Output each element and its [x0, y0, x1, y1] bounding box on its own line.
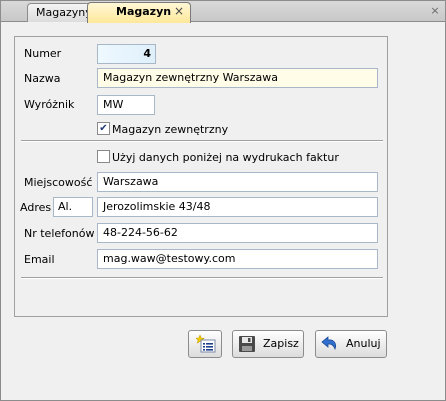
save-button-label: Zapisz	[263, 337, 299, 350]
tab-strip: Magazyny Magazyn × ×	[1, 1, 445, 23]
separator-bottom	[21, 277, 383, 279]
adres-field[interactable]: Jerozolimskie 43/48	[97, 197, 378, 217]
numer-label: Numer	[24, 47, 62, 60]
close-icon[interactable]: ×	[174, 3, 184, 20]
floppy-disk-icon	[238, 335, 256, 353]
telefon-label: Nr telefonów	[24, 227, 95, 240]
list-new-icon	[195, 334, 216, 353]
miejscowosc-field[interactable]: Warszawa	[97, 172, 378, 192]
email-label: Email	[24, 253, 55, 266]
adres-prefix-field[interactable]: Al.	[53, 197, 93, 217]
list-button[interactable]	[188, 330, 222, 358]
window: Magazyny Magazyn × × Numer 4 Nazwa Magaz…	[0, 0, 446, 401]
tab-magazyny-label: Magazyny	[36, 6, 92, 19]
magazyn-zewnetrzny-checkbox[interactable]: ✔	[97, 122, 110, 135]
cancel-button[interactable]: Anuluj	[315, 330, 387, 358]
magazyn-zewnetrzny-label: Magazyn zewnętrzny	[112, 123, 229, 136]
email-field[interactable]: mag.waw@testowy.com	[97, 249, 378, 269]
uzyj-danych-label: Użyj danych poniżej na wydrukach faktur	[112, 151, 339, 164]
nazwa-label: Nazwa	[24, 72, 61, 85]
uzyj-danych-checkbox[interactable]	[97, 150, 110, 163]
close-window-icon[interactable]: ×	[429, 5, 441, 17]
wyroznik-label: Wyróżnik	[24, 98, 75, 111]
adres-label: Adres	[20, 201, 52, 214]
undo-arrow-icon	[321, 335, 339, 353]
miejscowosc-label: Miejscowość	[24, 176, 93, 189]
numer-field[interactable]: 4	[97, 44, 156, 64]
tab-magazyn[interactable]: Magazyn ×	[87, 2, 191, 23]
tab-magazyny[interactable]: Magazyny	[27, 3, 95, 22]
cancel-button-label: Anuluj	[346, 337, 381, 350]
nazwa-field[interactable]: Magazyn zewnętrzny Warszawa	[97, 68, 378, 88]
wyroznik-field[interactable]: MW	[97, 95, 155, 115]
telefon-field[interactable]: 48-224-56-62	[97, 223, 378, 243]
tab-magazyn-label: Magazyn	[116, 5, 172, 18]
separator-top	[21, 140, 383, 142]
form-panel: Numer 4 Nazwa Magazyn zewnętrzny Warszaw…	[14, 36, 388, 317]
save-button[interactable]: Zapisz	[232, 330, 304, 358]
